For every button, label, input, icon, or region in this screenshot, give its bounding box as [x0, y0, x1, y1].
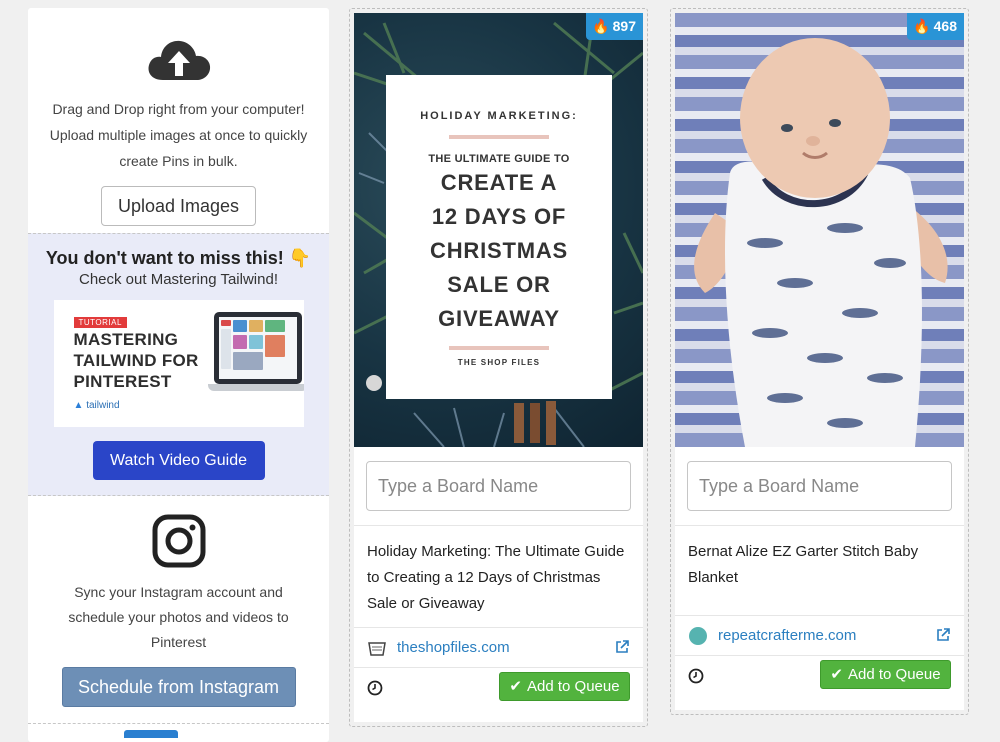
tailwind-logo: ▲ tailwind: [74, 400, 120, 411]
sidebar: Drag and Drop right from your computer! …: [28, 8, 329, 742]
pointing-down-icon: 👇: [288, 248, 312, 268]
pin-image-card: HOLIDAY MARKETING: THE ULTIMATE GUIDE TO…: [386, 75, 612, 399]
repin-score: 897: [612, 18, 636, 34]
repin-score: 468: [933, 18, 957, 34]
pin-source-link[interactable]: repeatcrafterme.com: [718, 627, 856, 644]
repin-score-badge: 🔥 468: [907, 13, 964, 40]
site-favicon-icon: [367, 639, 387, 657]
pin-image[interactable]: HOLIDAY MARKETING: THE ULTIMATE GUIDE TO…: [354, 13, 643, 447]
tutorial-tag: TUTORIAL: [73, 317, 127, 328]
pin-image-headline-line: CHRISTMAS: [430, 238, 568, 263]
clock-icon[interactable]: [367, 680, 383, 696]
add-to-queue-label: Add to Queue: [848, 666, 941, 683]
promo-thumb-line: TAILWIND FOR: [73, 351, 199, 370]
instagram-section: Sync your Instagram account and schedule…: [28, 496, 329, 724]
flame-icon: 🔥: [913, 18, 931, 34]
tailwind-logo-text: tailwind: [86, 400, 120, 411]
upload-images-button[interactable]: Upload Images: [101, 186, 256, 226]
checkmark-icon: ✔: [830, 666, 843, 683]
add-to-queue-button[interactable]: ✔ Add to Queue: [820, 660, 951, 689]
laptop-illustration: [207, 312, 304, 392]
pin-description[interactable]: Holiday Marketing: The Ultimate Guide to…: [354, 526, 643, 628]
pin-card-wrapper: HOLIDAY MARKETING: THE ULTIMATE GUIDE TO…: [349, 8, 648, 727]
pin-image-brand: THE SHOP FILES: [457, 358, 541, 367]
pin-image-headline-line: SALE OR: [447, 272, 551, 297]
repin-score-badge: 🔥 897: [586, 13, 643, 40]
external-link-icon[interactable]: [936, 627, 951, 642]
upload-section[interactable]: Drag and Drop right from your computer! …: [28, 8, 329, 233]
pin-image-subtitle: THE ULTIMATE GUIDE TO: [428, 153, 570, 165]
board-name-input[interactable]: [366, 461, 631, 511]
checkmark-icon: ✔: [509, 678, 522, 695]
promo-title: You don't want to miss this! 👇: [28, 248, 329, 269]
instagram-icon: [152, 514, 205, 568]
pin-action-row: ✔ Add to Queue: [675, 656, 964, 710]
pin-card: 🔥468 Bernat Alize EZ Garter Stitch Baby …: [675, 13, 964, 710]
schedule-from-instagram-button[interactable]: Schedule from Instagram: [61, 667, 296, 707]
clock-icon[interactable]: [688, 668, 704, 684]
add-to-queue-label: Add to Queue: [527, 678, 620, 695]
promo-thumb-line: MASTERING: [73, 330, 179, 349]
pin-description[interactable]: Bernat Alize EZ Garter Stitch Baby Blank…: [675, 526, 964, 616]
watch-video-guide-button[interactable]: Watch Video Guide: [92, 441, 265, 480]
add-to-queue-button[interactable]: ✔ Add to Queue: [499, 672, 630, 701]
pin-source-row: repeatcrafterme.com: [675, 616, 964, 656]
pin-card-wrapper: 🔥468 Bernat Alize EZ Garter Stitch Baby …: [670, 8, 969, 715]
pin-action-row: ✔ Add to Queue: [354, 668, 643, 722]
pin-image[interactable]: 🔥 468: [675, 13, 964, 447]
board-name-input[interactable]: [687, 461, 952, 511]
promo-title-text: You don't want to miss this!: [45, 248, 284, 268]
promo-section: You don't want to miss this! 👇 Check out…: [28, 233, 329, 496]
partially-visible-button[interactable]: [124, 730, 178, 738]
site-favicon-icon: [689, 627, 707, 645]
instagram-description: Sync your Instagram account and schedule…: [68, 584, 289, 650]
promo-subtitle: Check out Mastering Tailwind!: [79, 271, 278, 288]
promo-video-thumbnail[interactable]: TUTORIAL MASTERING TAILWIND FOR PINTERES…: [53, 300, 304, 427]
flame-icon: 🔥: [592, 18, 610, 34]
board-input-row: [675, 447, 964, 526]
baby-photo-illustration: [694, 38, 948, 447]
pin-source-row: theshopfiles.com: [354, 628, 643, 668]
external-link-icon[interactable]: [615, 639, 630, 654]
upload-description: Drag and Drop right from your computer! …: [49, 101, 308, 169]
pin-image-headline-line: 12 DAYS OF: [431, 204, 567, 229]
cloud-upload-icon: [148, 40, 210, 80]
pin-image-kicker: HOLIDAY MARKETING:: [420, 110, 578, 122]
promo-thumb-line: PINTEREST: [73, 372, 172, 391]
pin-source-link[interactable]: theshopfiles.com: [397, 639, 510, 656]
board-input-row: [354, 447, 643, 526]
pin-image-headline-line: GIVEAWAY: [438, 306, 560, 331]
pin-card: HOLIDAY MARKETING: THE ULTIMATE GUIDE TO…: [354, 13, 643, 722]
pin-image-headline-line: CREATE A: [440, 170, 558, 195]
tailwind-logo-icon: ▲: [73, 400, 84, 411]
